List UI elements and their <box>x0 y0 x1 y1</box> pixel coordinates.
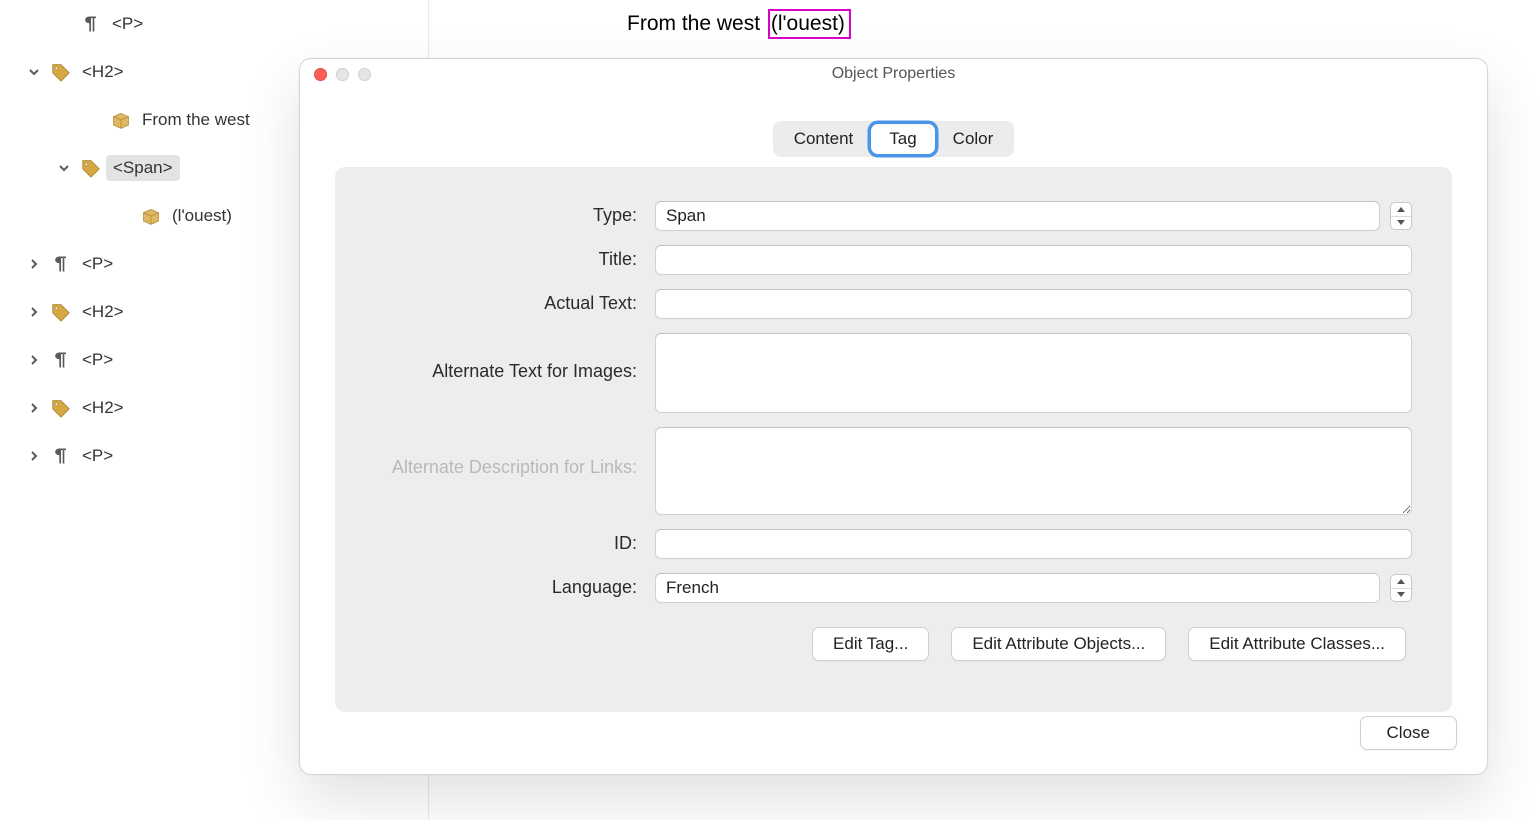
tree-label: <P> <box>82 446 113 466</box>
tab-tag[interactable]: Tag <box>871 124 934 154</box>
tree-label: <P> <box>82 254 113 274</box>
paragraph-icon <box>50 349 72 371</box>
alt-text-images-field[interactable] <box>655 333 1412 413</box>
id-field[interactable] <box>655 529 1412 559</box>
object-properties-dialog: Object Properties Content Tag Color Type… <box>299 58 1488 775</box>
dialog-titlebar: Object Properties <box>300 59 1487 89</box>
chevron-right-icon[interactable] <box>26 448 42 464</box>
tree-label: <H2> <box>82 62 124 82</box>
chevron-down-icon[interactable] <box>56 160 72 176</box>
tag-icon <box>80 157 102 179</box>
tag-icon <box>50 301 72 323</box>
type-label: Type: <box>375 201 655 226</box>
box-icon <box>110 109 132 131</box>
chevron-right-icon[interactable] <box>26 304 42 320</box>
properties-tabs: Content Tag Color <box>773 121 1015 157</box>
tag-icon <box>50 397 72 419</box>
tree-label: (l'ouest) <box>172 206 232 226</box>
close-button[interactable]: Close <box>1360 716 1457 750</box>
id-label: ID: <box>375 529 655 554</box>
edit-tag-button[interactable]: Edit Tag... <box>812 627 929 661</box>
alt-desc-links-field <box>655 427 1412 515</box>
alt-desc-links-label: Alternate Description for Links: <box>375 427 655 478</box>
language-label: Language: <box>375 573 655 598</box>
tree-label: <P> <box>112 14 143 34</box>
title-field[interactable] <box>655 245 1412 275</box>
tab-color[interactable]: Color <box>935 124 1012 154</box>
chevron-right-icon[interactable] <box>26 352 42 368</box>
tag-form-panel: Type: Title: Actual Text: <box>335 167 1452 712</box>
stepper-down-icon[interactable] <box>1391 589 1411 602</box>
tree-label: From the west <box>142 110 250 130</box>
stepper-up-icon[interactable] <box>1391 203 1411 217</box>
paragraph-icon <box>50 445 72 467</box>
close-window-button[interactable] <box>314 68 327 81</box>
zoom-window-button <box>358 68 371 81</box>
edit-attribute-objects-button[interactable]: Edit Attribute Objects... <box>951 627 1166 661</box>
chevron-right-icon[interactable] <box>26 256 42 272</box>
chevron-right-icon[interactable] <box>26 400 42 416</box>
box-icon <box>140 205 162 227</box>
window-controls <box>314 68 371 81</box>
selected-span-highlight: (l'ouest) <box>768 9 851 39</box>
tree-label: <Span> <box>106 155 180 181</box>
minimize-window-button <box>336 68 349 81</box>
alt-text-images-label: Alternate Text for Images: <box>375 333 655 382</box>
heading-text: From the west <box>627 12 760 35</box>
tree-label: <P> <box>82 350 113 370</box>
title-label: Title: <box>375 245 655 270</box>
paragraph-icon <box>80 13 102 35</box>
language-field[interactable] <box>655 573 1380 603</box>
type-field[interactable] <box>655 201 1380 231</box>
actual-text-label: Actual Text: <box>375 289 655 314</box>
tree-label: <H2> <box>82 302 124 322</box>
dialog-title: Object Properties <box>832 65 956 83</box>
tree-item-p[interactable]: <P> <box>8 0 420 48</box>
actual-text-field[interactable] <box>655 289 1412 319</box>
language-stepper[interactable] <box>1390 574 1412 602</box>
type-stepper[interactable] <box>1390 202 1412 230</box>
tab-content[interactable]: Content <box>776 124 872 154</box>
chevron-down-icon[interactable] <box>26 64 42 80</box>
edit-attribute-classes-button[interactable]: Edit Attribute Classes... <box>1188 627 1406 661</box>
paragraph-icon <box>50 253 72 275</box>
document-heading: From the west (l'ouest) <box>627 9 851 39</box>
stepper-down-icon[interactable] <box>1391 217 1411 230</box>
stepper-up-icon[interactable] <box>1391 575 1411 589</box>
tree-label: <H2> <box>82 398 124 418</box>
tag-icon <box>50 61 72 83</box>
